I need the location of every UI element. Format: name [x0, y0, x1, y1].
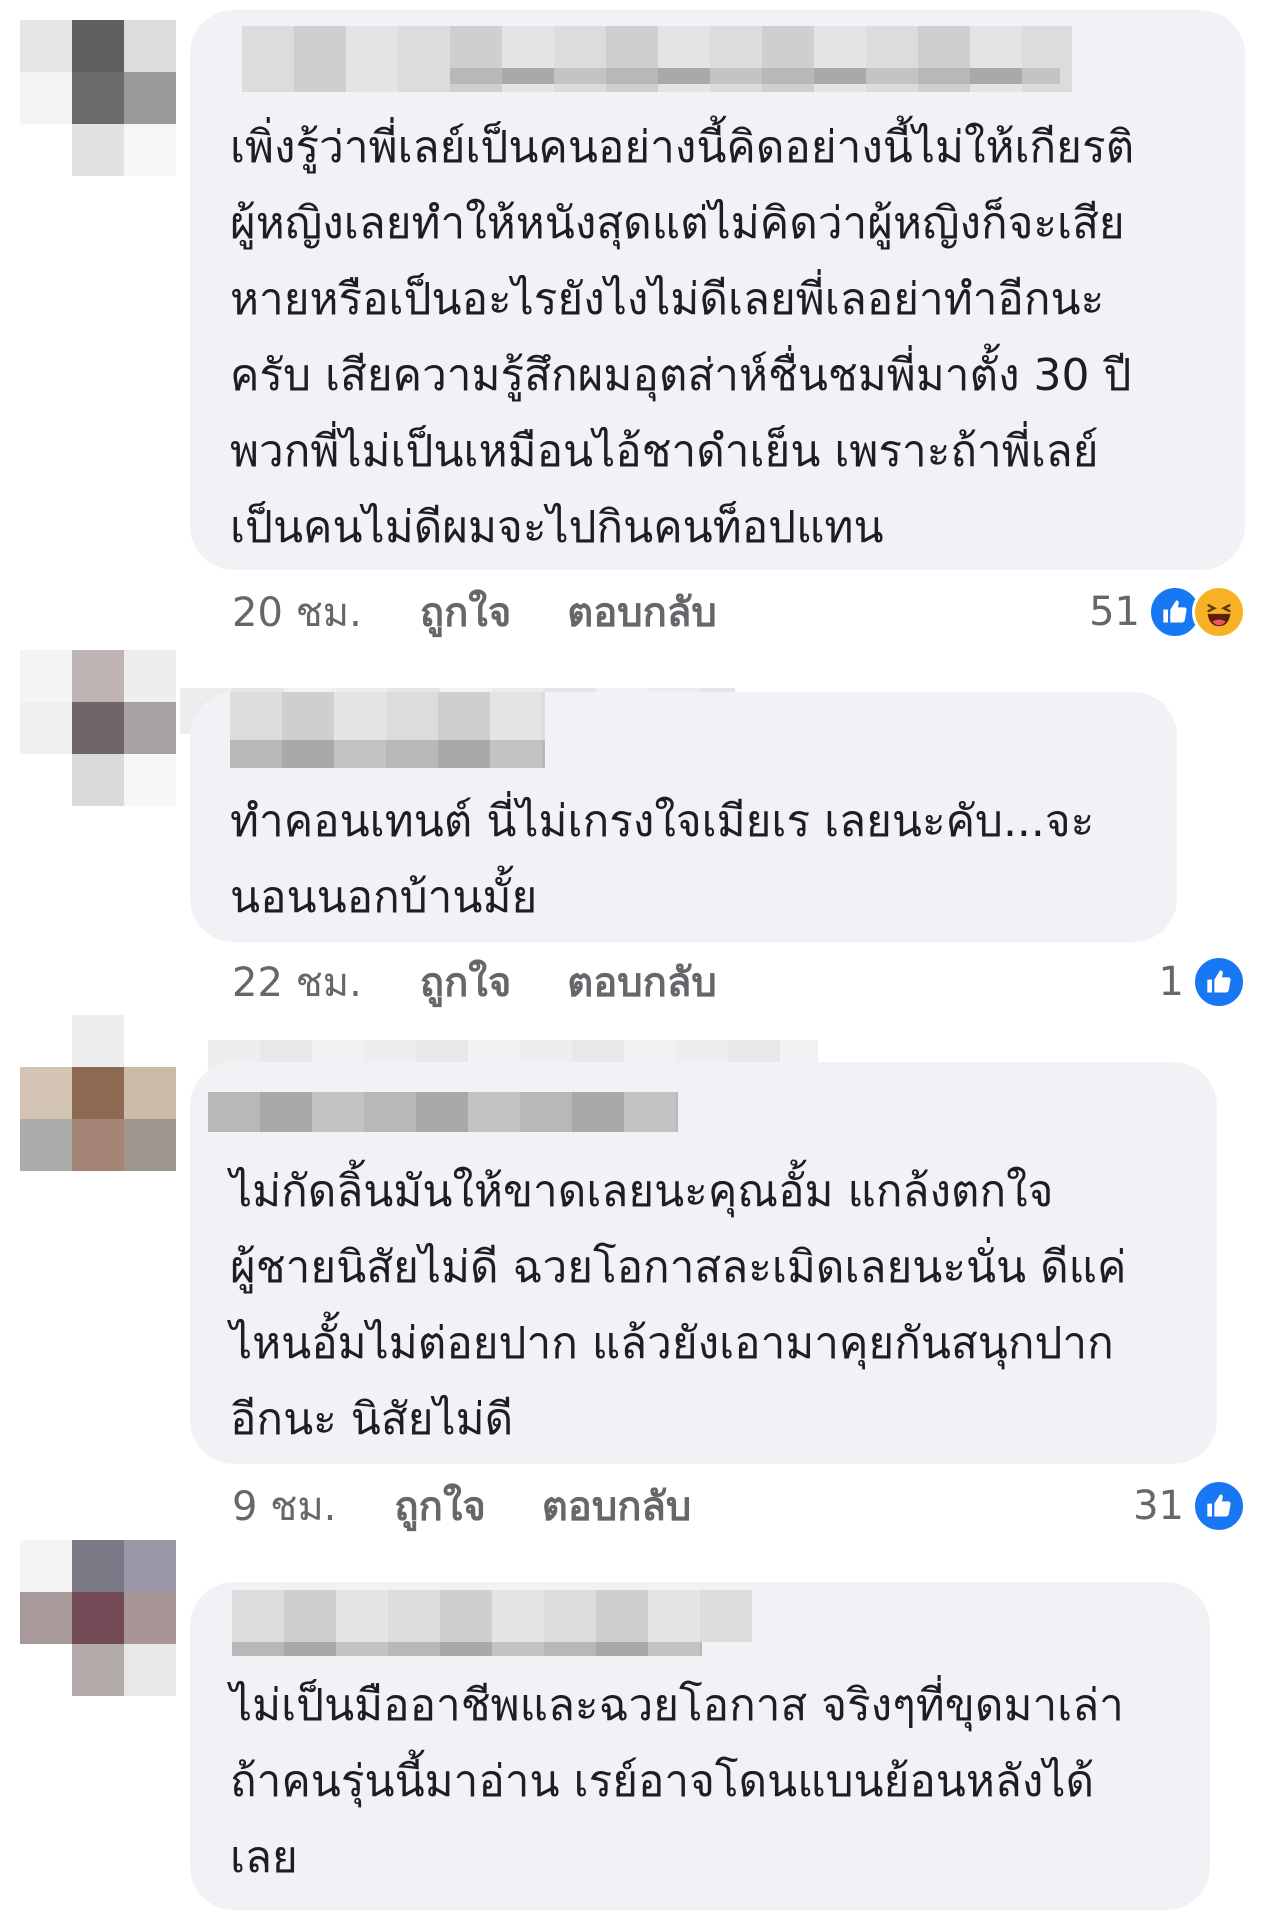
avatar[interactable]: [20, 20, 176, 176]
comment-bubble: ไม่เป็นมืออาชีพและฉวยโอกาส จริงๆที่ขุดมา…: [190, 1582, 1210, 1910]
reaction-summary[interactable]: 51: [1089, 582, 1246, 642]
comment-bubble: ทำคอนเทนต์ นี่ไม่เกรงใจเมียเร เลยนะคับ..…: [190, 692, 1177, 942]
reply-button[interactable]: ตอบกลับ: [567, 580, 717, 644]
like-icon: [1192, 955, 1246, 1009]
comment-time[interactable]: 9 ชม.: [232, 1474, 336, 1538]
avatar[interactable]: [20, 1015, 176, 1171]
avatar[interactable]: [20, 650, 176, 806]
reaction-count: 1: [1158, 959, 1184, 1005]
comment-text: ไม่กัดลิ้นมันให้ขาดเลยนะคุณอั้ม แกล้งตกใ…: [230, 1166, 1127, 1445]
reply-button[interactable]: ตอบกลับ: [542, 1474, 692, 1538]
comment-meta: 20 ชม. ถูกใจ ตอบกลับ: [232, 582, 773, 642]
haha-icon: [1192, 585, 1246, 639]
like-icon: [1192, 1479, 1246, 1533]
comment-time[interactable]: 20 ชม.: [232, 580, 362, 644]
comment-meta: 22 ชม. ถูกใจ ตอบกลับ: [232, 952, 773, 1012]
reaction-count: 51: [1089, 589, 1140, 635]
comment-text: ทำคอนเทนต์ นี่ไม่เกรงใจเมียเร เลยนะคับ..…: [230, 796, 1095, 923]
reaction-summary[interactable]: 1: [1159, 952, 1246, 1012]
commenter-name-blurred: [230, 740, 545, 768]
commenter-name-blurred: [208, 1092, 678, 1132]
like-button[interactable]: ถูกใจ: [394, 1474, 485, 1538]
like-button[interactable]: ถูกใจ: [420, 580, 511, 644]
comment-bubble: ไม่กัดลิ้นมันให้ขาดเลยนะคุณอั้ม แกล้งตกใ…: [190, 1062, 1217, 1464]
commenter-name-blurred[interactable]: [232, 1590, 752, 1642]
comment-meta: 9 ชม. ถูกใจ ตอบกลับ: [232, 1476, 747, 1536]
comment-bubble: เพิ่งรู้ว่าพี่เลย์เป็นคนอย่างนี้คิดอย่าง…: [190, 10, 1245, 570]
reaction-count: 31: [1133, 1483, 1184, 1529]
comment-text: ไม่เป็นมืออาชีพและฉวยโอกาส จริงๆที่ขุดมา…: [230, 1680, 1124, 1883]
avatar[interactable]: [20, 1540, 176, 1696]
comment-text: เพิ่งรู้ว่าพี่เลย์เป็นคนอย่างนี้คิดอย่าง…: [230, 122, 1135, 553]
commenter-name-blurred: [450, 68, 1060, 84]
reaction-summary[interactable]: 31: [1133, 1476, 1246, 1536]
commenter-name-blurred: [230, 692, 545, 740]
like-button[interactable]: ถูกใจ: [420, 950, 511, 1014]
reply-button[interactable]: ตอบกลับ: [567, 950, 717, 1014]
comment-time[interactable]: 22 ชม.: [232, 950, 362, 1014]
commenter-name-blurred: [232, 1642, 702, 1656]
